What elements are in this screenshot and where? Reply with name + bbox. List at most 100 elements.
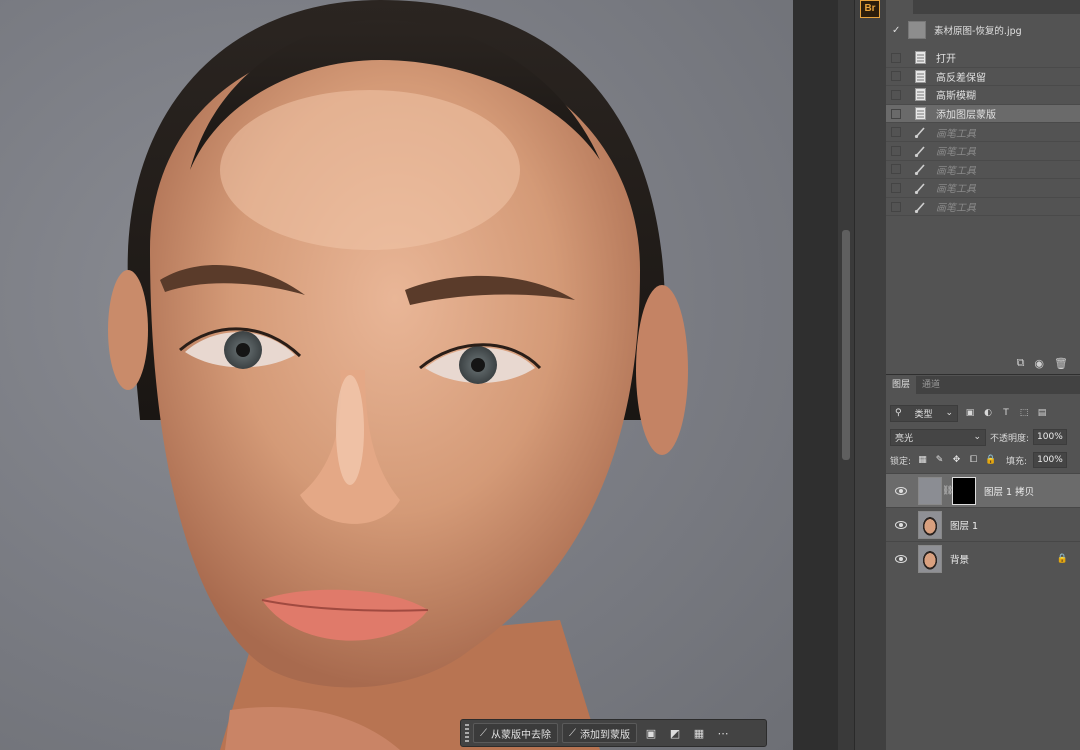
lock-position-icon[interactable]: ✥	[951, 455, 962, 466]
shape-filter-icon[interactable]: ⬚	[1018, 407, 1030, 419]
history-brush-source-box[interactable]	[891, 52, 901, 63]
history-item[interactable]: 高反差保留	[886, 68, 1080, 87]
layer-name[interactable]: 图层 1	[950, 518, 978, 532]
history-brush-source-box[interactable]	[891, 127, 901, 138]
blend-mode-value: 亮光	[895, 433, 914, 444]
history-item-label: 画笔工具	[936, 184, 976, 196]
history-item-label: 画笔工具	[936, 203, 976, 215]
right-panels: ✓ 素材原图-恢复的.jpg 打开 高反差保留 高斯模糊 添加图层蒙版 画笔工具 画笔工具…	[886, 0, 1080, 750]
history-item[interactable]: 画笔工具	[886, 123, 1080, 142]
history-item[interactable]: 画笔工具	[886, 179, 1080, 198]
fill-label: 填充:	[1006, 456, 1028, 467]
collapsed-panel-dock	[854, 0, 886, 750]
layer-name[interactable]: 背景	[950, 552, 969, 566]
history-brush-source-box[interactable]	[891, 182, 901, 193]
tab-other-2[interactable]	[933, 0, 950, 14]
mask-options-icon[interactable]: ▣	[641, 723, 661, 743]
snapshot-label: 素材原图-恢复的.jpg	[934, 26, 1022, 37]
layer-name[interactable]: 图层 1 拷贝	[984, 484, 1034, 498]
brush-icon: ⟋	[569, 727, 576, 739]
lock-artboard-icon[interactable]: ⧠	[968, 455, 979, 466]
tab-layers[interactable]: 图层	[886, 376, 917, 394]
tab-other-1[interactable]	[913, 0, 933, 14]
visibility-eye-icon[interactable]	[895, 486, 907, 495]
lock-transparent-icon[interactable]: ▦	[917, 455, 928, 466]
layer-thumbnail[interactable]	[918, 476, 942, 505]
remove-from-mask-label: 从蒙版中去除	[491, 729, 551, 741]
canvas-pasteboard	[793, 0, 838, 750]
layer-mask-thumbnail[interactable]	[952, 476, 976, 505]
history-brush-source-box[interactable]	[891, 108, 901, 119]
history-item-label: 添加图层蒙版	[936, 110, 996, 122]
new-document-from-state-icon[interactable]: ⧉	[1017, 356, 1025, 370]
history-item-label: 画笔工具	[936, 128, 976, 140]
history-item-label: 高斯模糊	[936, 91, 976, 103]
invert-mask-icon[interactable]: ◩	[665, 723, 685, 743]
visibility-eye-icon[interactable]	[895, 554, 907, 563]
fill-input[interactable]: 100%	[1033, 452, 1067, 468]
lock-all-icon[interactable]: 🔒	[985, 455, 996, 466]
history-brush-source-box[interactable]	[891, 164, 901, 175]
contextual-task-bar: ⟋ 从蒙版中去除 ⟋ 添加到蒙版 ▣ ◩ ▦ ⋯	[460, 719, 767, 747]
history-list: 打开 高反差保留 高斯模糊 添加图层蒙版 画笔工具 画笔工具 画笔工具 画笔工具 画笔工具	[886, 49, 1080, 217]
delete-state-icon[interactable]: 🗑	[1054, 357, 1068, 370]
history-item-label: 高反差保留	[936, 72, 986, 84]
document-icon	[914, 51, 926, 65]
add-to-mask-button[interactable]: ⟋ 添加到蒙版	[562, 723, 637, 743]
mask-properties-icon[interactable]: ▦	[689, 723, 709, 743]
panel-divider	[886, 374, 1080, 375]
drag-handle[interactable]	[465, 724, 469, 742]
snapshot-brush-source-icon[interactable]: ✓	[892, 25, 904, 36]
opacity-label: 不透明度:	[990, 433, 1030, 444]
layer-thumbnail[interactable]	[918, 510, 942, 539]
history-item[interactable]: 画笔工具	[886, 198, 1080, 217]
document-icon	[914, 69, 926, 83]
create-snapshot-icon[interactable]: ◉	[1034, 357, 1044, 370]
history-item[interactable]: 画笔工具	[886, 161, 1080, 180]
history-brush-source-box[interactable]	[891, 145, 901, 156]
document-canvas[interactable]	[0, 0, 793, 750]
history-panel-tabs	[886, 0, 1080, 14]
type-filter-icon[interactable]: T	[1000, 407, 1012, 419]
document-icon	[914, 88, 926, 102]
document-icon	[914, 107, 926, 121]
remove-from-mask-button[interactable]: ⟋ 从蒙版中去除	[473, 723, 558, 743]
layer-lock-icon[interactable]: 🔒	[1057, 554, 1068, 564]
history-item[interactable]: 高斯模糊	[886, 86, 1080, 105]
tab-history[interactable]	[886, 0, 914, 14]
adjustment-filter-icon[interactable]: ◐	[982, 407, 994, 419]
brush-icon: ⟋	[480, 727, 487, 739]
tab-channels[interactable]: 通道	[916, 376, 946, 394]
history-item[interactable]: 画笔工具	[886, 142, 1080, 161]
visibility-eye-icon[interactable]	[895, 520, 907, 529]
vertical-scrollbar-thumb[interactable]	[842, 230, 850, 460]
brush-icon	[914, 200, 926, 213]
layer-thumbnail[interactable]	[918, 544, 942, 573]
opacity-input[interactable]: 100%	[1033, 429, 1067, 445]
lock-image-icon[interactable]: ✎	[934, 455, 945, 466]
history-item[interactable]: 打开	[886, 49, 1080, 68]
more-options-icon[interactable]: ⋯	[713, 723, 733, 743]
history-footer: ⧉ ◉ 🗑	[886, 352, 1080, 374]
filter-kind-select[interactable]: ⚲ 类型 ⌄	[890, 404, 958, 422]
mask-link-icon[interactable]: ⛓	[942, 486, 953, 496]
layer-row[interactable]: ⛓ 图层 1 拷贝	[886, 473, 1080, 507]
history-brush-source-box[interactable]	[891, 201, 901, 212]
layer-row[interactable]: 背景 🔒	[886, 541, 1080, 575]
history-item-label: 打开	[936, 54, 956, 66]
smart-object-filter-icon[interactable]: ▤	[1036, 407, 1048, 419]
lock-row: 锁定: ▦ ✎ ✥ ⧠ 🔒 填充: 100%	[890, 451, 1080, 469]
pixel-filter-icon[interactable]: ▣	[964, 407, 976, 419]
chevron-down-icon: ⌄	[973, 432, 981, 442]
bridge-icon[interactable]: Br	[860, 0, 880, 18]
brush-icon	[914, 144, 926, 157]
layer-row[interactable]: 图层 1	[886, 507, 1080, 541]
history-snapshot[interactable]: ✓ 素材原图-恢复的.jpg	[886, 15, 1080, 45]
history-item[interactable]: 添加图层蒙版	[886, 104, 1080, 124]
lock-label: 锁定:	[890, 456, 912, 467]
history-item-label: 画笔工具	[936, 147, 976, 159]
history-brush-source-box[interactable]	[891, 71, 901, 82]
history-brush-source-box[interactable]	[891, 89, 901, 100]
blend-mode-select[interactable]: 亮光 ⌄	[890, 428, 986, 446]
chevron-down-icon: ⌄	[945, 408, 953, 418]
